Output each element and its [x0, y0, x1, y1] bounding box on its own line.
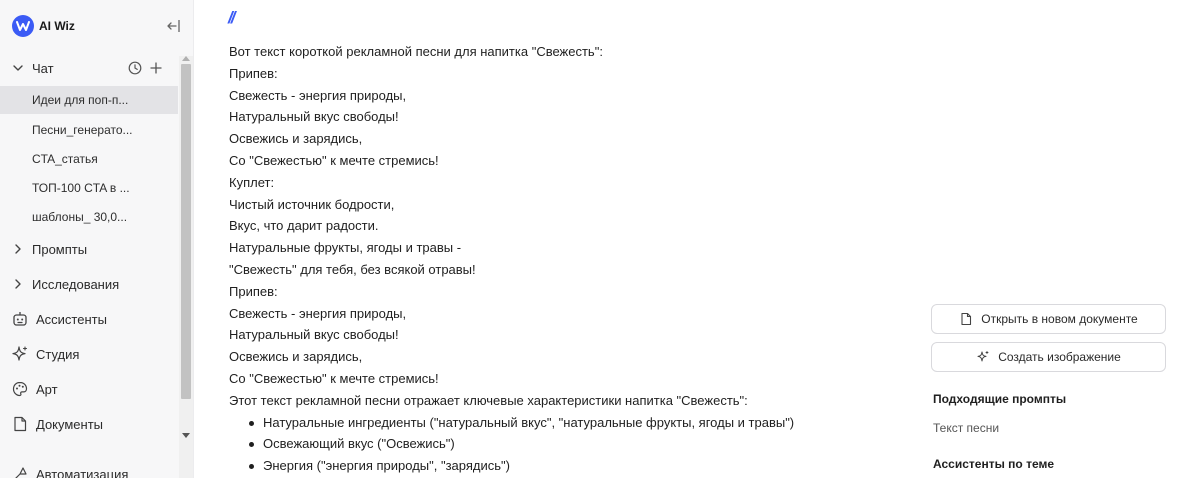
assistant-message: Вот текст короткой рекламной песни для н…	[229, 41, 889, 477]
create-image-label: Создать изображение	[998, 350, 1121, 364]
sidebar-item-automation[interactable]: Автоматизация	[0, 460, 178, 478]
collapse-sidebar-icon[interactable]	[165, 18, 181, 34]
message-line: Освежись и зарядись,	[229, 349, 363, 365]
list-item: Натуральные ингредиенты ("натуральный вк…	[249, 412, 889, 434]
brand-name: AI Wiz	[39, 19, 75, 33]
chat-item[interactable]: ТОП-100 CTA в ...	[0, 174, 178, 202]
message-line: Со "Свежестью" к мечте стремись!	[229, 370, 439, 386]
chat-main: // Вот текст короткой рекламной песни дл…	[195, 0, 1200, 478]
chat-item[interactable]: CTA_статья	[0, 145, 178, 173]
open-in-new-document-button[interactable]: Открыть в новом документе	[931, 304, 1166, 334]
sidebar-item-art[interactable]: Арт	[0, 375, 178, 403]
automation-icon	[15, 467, 27, 478]
message-line: Свежесть - энергия природы,	[229, 305, 407, 321]
message-line: Припев:	[229, 283, 278, 299]
chevron-down-icon	[13, 65, 23, 71]
sparkle-icon	[977, 351, 989, 362]
create-image-button[interactable]: Создать изображение	[931, 342, 1166, 372]
scroll-up-arrow-icon[interactable]	[182, 56, 190, 61]
suggested-prompts-heading: Подходящие промпты	[933, 392, 1067, 406]
message-line: Со "Свежестью" к мечте стремись!	[229, 152, 439, 168]
message-line: Этот текст рекламной песни отражает ключ…	[229, 392, 748, 408]
sidebar-section-label: Исследования	[32, 276, 120, 292]
related-assistants-heading: Ассистенты по теме	[933, 457, 1055, 471]
message-line: Вкус, что дарит радости.	[229, 218, 379, 234]
logo-icon	[12, 15, 34, 37]
message-line: Натуральный вкус свободы!	[229, 109, 399, 125]
message-line: Припев:	[229, 65, 278, 81]
sidebar-item-label: Арт	[36, 381, 58, 397]
scroll-down-arrow-icon[interactable]	[182, 433, 190, 438]
message-line: Освежись и зарядись,	[229, 131, 363, 147]
message-line: Чистый источник бодрости,	[229, 196, 395, 212]
new-chat-icon[interactable]	[150, 62, 162, 74]
document-icon	[14, 416, 27, 432]
sidebar-item-studio[interactable]: Студия	[0, 340, 178, 368]
sidebar-item-documents[interactable]: Документы	[0, 410, 178, 438]
assistant-quote-icon: //	[228, 8, 236, 27]
sidebar-item-label: Документы	[36, 416, 104, 432]
sidebar-section-research[interactable]: Исследования	[0, 270, 178, 298]
chat-section-header[interactable]: Чат	[0, 54, 178, 82]
message-line: Натуральный вкус свободы!	[229, 327, 399, 343]
robot-icon	[13, 312, 27, 326]
sidebar-item-label: Студия	[36, 346, 80, 362]
history-icon[interactable]	[128, 61, 142, 75]
palette-icon	[12, 381, 28, 397]
chevron-right-icon	[15, 279, 21, 289]
chevron-right-icon	[15, 244, 21, 254]
sidebar-scrollbar[interactable]	[179, 56, 193, 478]
sidebar-item-assistants[interactable]: Ассистенты	[0, 305, 178, 333]
chat-item[interactable]: Идеи для поп-п...	[0, 86, 178, 114]
chat-item[interactable]: шаблоны_ 30,0...	[0, 203, 178, 231]
list-item: Освежающий вкус ("Освежись")	[249, 433, 889, 455]
brand[interactable]: AI Wiz	[12, 15, 75, 37]
sidebar-item-label: Ассистенты	[36, 311, 107, 327]
message-line: Куплет:	[229, 174, 275, 190]
list-item: Энергия ("энергия природы", "зарядись")	[249, 455, 889, 477]
suggested-prompt-item[interactable]: Текст песни	[933, 421, 999, 435]
message-line: Натуральные фрукты, ягоды и травы -	[229, 240, 462, 256]
sidebar: AI Wiz Чат Идеи для поп-п... Песни_генер…	[0, 0, 194, 478]
message-line: "Свежесть" для тебя, без всякой отравы!	[229, 261, 476, 277]
message-line: Вот текст короткой рекламной песни для н…	[229, 44, 603, 59]
sidebar-item-label: Автоматизация	[36, 466, 129, 478]
sidebar-section-prompts[interactable]: Промпты	[0, 235, 178, 263]
chat-section-label: Чат	[32, 60, 54, 76]
sparkle-icon	[12, 346, 28, 361]
sidebar-section-label: Промпты	[32, 241, 88, 257]
open-in-new-document-label: Открыть в новом документе	[981, 312, 1138, 326]
chat-item[interactable]: Песни_генерато...	[0, 116, 178, 144]
document-icon	[961, 312, 972, 326]
scrollbar-thumb[interactable]	[181, 64, 191, 399]
message-bullet-list: Натуральные ингредиенты ("натуральный вк…	[249, 412, 889, 477]
message-line: Свежесть - энергия природы,	[229, 87, 407, 103]
